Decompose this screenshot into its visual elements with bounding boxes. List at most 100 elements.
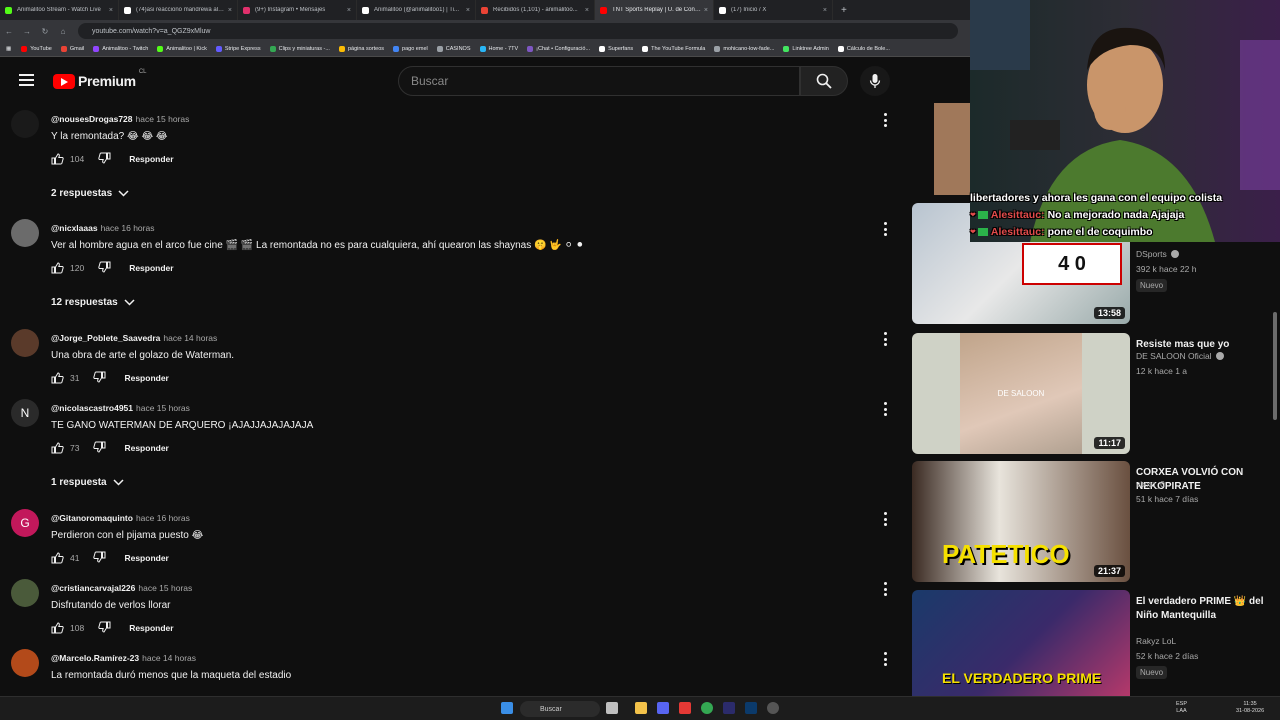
- avatar[interactable]: N: [11, 399, 39, 427]
- comment-author[interactable]: @nousesDrogas728: [51, 114, 133, 124]
- photoshop-icon[interactable]: [745, 702, 757, 714]
- app-icon[interactable]: [679, 702, 691, 714]
- comment-time[interactable]: hace 14 horas: [163, 333, 217, 343]
- browser-tab[interactable]: (9+) Instagram • Mensajes ×: [238, 0, 357, 20]
- browser-tab[interactable]: TNT Sports Replay | U. de Conc... ×: [595, 0, 714, 20]
- search-input[interactable]: [411, 74, 799, 88]
- dislike-icon[interactable]: [98, 621, 111, 633]
- avatar[interactable]: [11, 649, 39, 677]
- avatar[interactable]: [11, 579, 39, 607]
- bookmark[interactable]: Animalitoo | Kick: [157, 46, 207, 52]
- recommended-video[interactable]: DE SALOON 11:17 Resiste mas que yo DE SALOO…: [912, 333, 1280, 455]
- widget-icon[interactable]: [606, 702, 618, 714]
- more-actions-icon[interactable]: [881, 332, 889, 346]
- comment-author[interactable]: @Jorge_Poblete_Saavedra: [51, 333, 160, 343]
- comment-time[interactable]: hace 16 horas: [101, 223, 155, 233]
- comment-time[interactable]: hace 14 horas: [142, 653, 196, 663]
- reload-icon[interactable]: ↻: [36, 27, 54, 36]
- reply-button[interactable]: Responder: [129, 263, 173, 273]
- replies-toggle[interactable]: 1 respuesta: [51, 477, 124, 488]
- browser-tab[interactable]: Animalitoo (@animalitoo1) | Ti... ×: [357, 0, 476, 20]
- more-actions-icon[interactable]: [881, 402, 889, 416]
- back-icon[interactable]: ←: [0, 27, 18, 36]
- dislike-icon[interactable]: [93, 441, 106, 453]
- close-tab-icon[interactable]: ×: [823, 7, 827, 14]
- comment-time[interactable]: hace 15 horas: [138, 583, 192, 593]
- video-channel[interactable]: DE SALOON Oficial: [1136, 351, 1224, 361]
- close-tab-icon[interactable]: ×: [228, 7, 232, 14]
- like-icon[interactable]: [51, 622, 64, 634]
- voice-search-button[interactable]: [860, 66, 890, 96]
- video-title[interactable]: Resiste mas que yo: [1136, 338, 1276, 352]
- comment-author[interactable]: @Gitanoromaquinto: [51, 513, 133, 523]
- replies-toggle[interactable]: 2 respuestas: [51, 188, 129, 199]
- avatar[interactable]: [11, 329, 39, 357]
- bookmark[interactable]: Clips y miniaturas -...: [269, 46, 330, 52]
- like-icon[interactable]: [51, 552, 64, 564]
- close-tab-icon[interactable]: ×: [585, 7, 589, 14]
- comment-author[interactable]: @Marcelo.Ramírez-23: [51, 653, 139, 663]
- taskbar-search[interactable]: Buscar: [520, 701, 600, 717]
- reply-button[interactable]: Responder: [124, 443, 168, 453]
- bookmark[interactable]: Animalitoo - Twitch: [93, 46, 148, 52]
- clock[interactable]: 11:35 31-08-2026: [1236, 701, 1264, 715]
- bookmark[interactable]: Cálculo de Bole...: [837, 46, 890, 52]
- comment-time[interactable]: hace 15 horas: [136, 403, 190, 413]
- discord-icon[interactable]: [657, 702, 669, 714]
- bookmark[interactable]: The YouTube Formula: [642, 46, 705, 52]
- video-channel[interactable]: DSports: [1136, 249, 1179, 259]
- bookmark[interactable]: pago emel: [393, 46, 428, 52]
- recommended-video[interactable]: PATETICO 21:37 CORXEA VOLVIÓ CON NEKOPIRAT…: [912, 461, 1280, 583]
- reply-button[interactable]: Responder: [129, 623, 173, 633]
- reply-button[interactable]: Responder: [124, 553, 168, 563]
- bookmark[interactable]: Superfans: [599, 46, 633, 52]
- scrollbar-thumb[interactable]: [1273, 312, 1277, 420]
- bookmark[interactable]: Stripe Express: [215, 46, 261, 52]
- more-actions-icon[interactable]: [881, 582, 889, 596]
- more-actions-icon[interactable]: [881, 652, 889, 666]
- more-actions-icon[interactable]: [881, 113, 889, 127]
- video-channel[interactable]: Rakyz LoL: [1136, 636, 1176, 646]
- like-icon[interactable]: [51, 153, 64, 165]
- new-tab-button[interactable]: +: [841, 5, 847, 16]
- replies-toggle[interactable]: 12 respuestas: [51, 297, 135, 308]
- dislike-icon[interactable]: [98, 261, 111, 273]
- home-icon[interactable]: ⌂: [54, 27, 72, 36]
- comment-time[interactable]: hace 16 horas: [136, 513, 190, 523]
- more-actions-icon[interactable]: [881, 512, 889, 526]
- like-icon[interactable]: [51, 372, 64, 384]
- comment-author[interactable]: @nicolascastro4951: [51, 403, 133, 413]
- close-tab-icon[interactable]: ×: [347, 7, 351, 14]
- bookmark[interactable]: YouTube: [21, 46, 52, 52]
- reply-button[interactable]: Responder: [124, 373, 168, 383]
- avatar[interactable]: G: [11, 509, 39, 537]
- premiere-icon[interactable]: [723, 702, 735, 714]
- close-tab-icon[interactable]: ×: [704, 7, 708, 14]
- comment-author[interactable]: @cristiancarvajal226: [51, 583, 135, 593]
- apps-icon[interactable]: ▦: [6, 46, 11, 52]
- search-button[interactable]: [800, 66, 848, 96]
- video-channel[interactable]: vixxo_0: [1136, 479, 1165, 489]
- avatar[interactable]: [11, 110, 39, 138]
- reply-button[interactable]: Responder: [129, 154, 173, 164]
- bookmark[interactable]: página sorteos: [338, 46, 384, 52]
- close-tab-icon[interactable]: ×: [466, 7, 470, 14]
- dislike-icon[interactable]: [93, 371, 106, 383]
- hamburger-menu-icon[interactable]: [19, 74, 34, 86]
- video-title[interactable]: El verdadero PRIME 👑 del Niño Mantequill…: [1136, 595, 1276, 623]
- bookmark[interactable]: ¡Chat • Configuració...: [527, 46, 590, 52]
- file-explorer-icon[interactable]: [635, 702, 647, 714]
- video-thumbnail[interactable]: DE SALOON 11:17: [912, 333, 1130, 454]
- recommended-video[interactable]: EL VERDADERO PRIME El verdadero PRIME 👑 d…: [912, 590, 1280, 712]
- obs-icon[interactable]: [767, 702, 779, 714]
- like-icon[interactable]: [51, 262, 64, 274]
- avatar[interactable]: [11, 219, 39, 247]
- comment-author[interactable]: @nicxlaaas: [51, 223, 98, 233]
- bookmark[interactable]: mohicano-low-fade...: [714, 46, 774, 52]
- like-icon[interactable]: [51, 442, 64, 454]
- browser-tab[interactable]: (17) Inicio / X ×: [714, 0, 833, 20]
- dislike-icon[interactable]: [98, 152, 111, 164]
- dislike-icon[interactable]: [93, 551, 106, 563]
- video-thumbnail[interactable]: PATETICO 21:37: [912, 461, 1130, 582]
- video-thumbnail[interactable]: EL VERDADERO PRIME: [912, 590, 1130, 711]
